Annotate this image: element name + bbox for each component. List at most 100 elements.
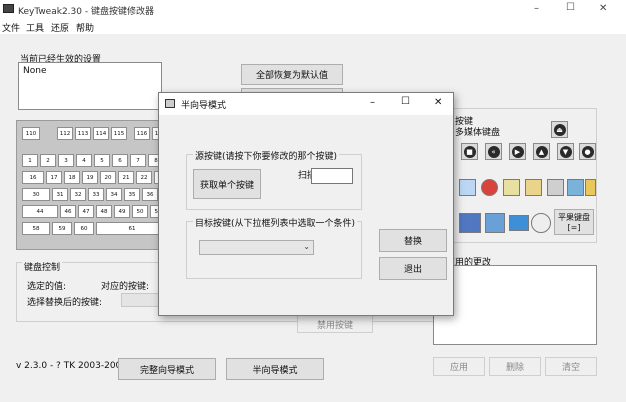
volume-up-icon[interactable]: ▲	[533, 143, 550, 160]
source-key-group-title: 源按键(请按下你要修改的那个按键)	[193, 149, 340, 162]
key-44[interactable]: 44	[22, 205, 58, 218]
menu-restore[interactable]: 还原	[51, 21, 69, 34]
key-18[interactable]: 18	[64, 171, 80, 184]
key-112[interactable]: 112	[57, 127, 73, 140]
choose-replacement-label: 选择替换后的按键:	[27, 298, 103, 308]
key-7[interactable]: 7	[130, 154, 146, 167]
exit-button[interactable]: 退出	[379, 257, 447, 280]
window-title: KeyTweak2.30 - 键盘按键修改器	[18, 7, 154, 17]
selected-value-label: 选定的值:	[27, 282, 67, 292]
key-31[interactable]: 31	[52, 188, 68, 201]
key-50[interactable]: 50	[132, 205, 148, 218]
replacement-select[interactable]	[121, 293, 161, 307]
key-35[interactable]: 35	[124, 188, 140, 201]
pc-keyboard-sub: [=]	[567, 223, 581, 232]
eject-icon[interactable]: ⏏	[551, 121, 568, 138]
dialog-minimize-icon[interactable]: –	[370, 97, 375, 108]
dialog-title-bar: 半向导模式 – ☐ ✕	[159, 93, 453, 115]
magnifier-icon[interactable]	[531, 213, 551, 233]
key-30[interactable]: 30	[22, 188, 50, 201]
apply-button[interactable]: 应用	[433, 357, 485, 376]
source-key-group: 源按键(请按下你要修改的那个按键) 获取单个按键 扫描码:	[186, 149, 362, 210]
key-16[interactable]: 16	[22, 171, 44, 184]
get-key-button[interactable]: 获取单个按键	[193, 169, 261, 199]
key-60[interactable]: 60	[74, 222, 94, 235]
dialog-app-icon	[165, 99, 175, 108]
media-prev-icon[interactable]: «	[485, 143, 502, 160]
key-58[interactable]: 58	[22, 222, 50, 235]
key-110[interactable]: 110	[22, 127, 40, 140]
key-36[interactable]: 36	[142, 188, 158, 201]
key-32[interactable]: 32	[70, 188, 86, 201]
key-2[interactable]: 2	[40, 154, 56, 167]
key-3[interactable]: 3	[58, 154, 74, 167]
media-stop-icon[interactable]: ■	[461, 143, 478, 160]
menu-tools[interactable]: 工具	[26, 21, 44, 34]
target-key-select[interactable]: ⌄	[199, 240, 314, 255]
media-play-icon[interactable]: ▶	[509, 143, 526, 160]
favorites-icon[interactable]	[567, 179, 584, 196]
close-icon[interactable]: ✕	[599, 3, 607, 14]
mute-icon[interactable]: ●	[579, 143, 596, 160]
mapped-key-label: 对应的按键:	[101, 282, 150, 292]
key-19[interactable]: 19	[82, 171, 98, 184]
key-47[interactable]: 47	[78, 205, 94, 218]
key-113[interactable]: 113	[75, 127, 91, 140]
pending-changes-list[interactable]	[433, 265, 597, 345]
title-bar: KeyTweak2.30 - 键盘按键修改器 – ☐ ✕	[0, 0, 626, 20]
maximize-icon[interactable]: ☐	[566, 2, 575, 13]
home-icon[interactable]	[525, 179, 542, 196]
menu-bar: 文件 工具 还原 帮助	[0, 20, 626, 34]
swap-button[interactable]: 替换	[379, 229, 447, 252]
half-wizard-button[interactable]: 半向导模式	[226, 358, 324, 380]
target-key-group-title: 目标按键(从下拉框列表中选取一个条件)	[193, 216, 358, 229]
special-keys-panel: 按键 多媒体键盘 ⏏ ■ « ▶ ▲ ▼ ● 平果键盘 [=]	[432, 108, 597, 243]
keyboard-panel: 110 112 113 114 115 116 117 1 2 3 4 5 6 …	[16, 120, 176, 250]
minimize-icon[interactable]: –	[534, 3, 539, 14]
dialog-close-icon[interactable]: ✕	[434, 97, 442, 108]
volume-down-icon[interactable]: ▼	[557, 143, 574, 160]
keyboard-control-title: 键盘控制	[22, 260, 63, 273]
dialog-title: 半向导模式	[181, 101, 227, 111]
current-settings-box: None	[18, 62, 162, 110]
disable-key-button[interactable]: 禁用按键	[297, 315, 373, 333]
key-115[interactable]: 115	[111, 127, 127, 140]
key-59[interactable]: 59	[52, 222, 72, 235]
key-116[interactable]: 116	[134, 127, 150, 140]
mail-icon[interactable]	[585, 179, 596, 196]
search-icon[interactable]	[547, 179, 564, 196]
calculator-icon[interactable]	[509, 215, 529, 231]
monitor-icon[interactable]	[485, 213, 505, 233]
special-keys-line2: 多媒体键盘	[455, 128, 501, 138]
key-48[interactable]: 48	[96, 205, 112, 218]
stop-red-icon[interactable]	[481, 179, 498, 196]
dialog-maximize-icon[interactable]: ☐	[401, 96, 410, 107]
key-4[interactable]: 4	[76, 154, 92, 167]
key-17[interactable]: 17	[46, 171, 62, 184]
refresh-icon[interactable]	[503, 179, 520, 196]
menu-file[interactable]: 文件	[2, 21, 20, 34]
current-settings-value: None	[23, 66, 47, 76]
key-6[interactable]: 6	[112, 154, 128, 167]
app-icon	[3, 4, 14, 13]
my-computer-icon[interactable]	[459, 213, 481, 233]
forward-icon[interactable]	[459, 179, 476, 196]
half-wizard-dialog: 半向导模式 – ☐ ✕ 源按键(请按下你要修改的那个按键) 获取单个按键 扫描码…	[158, 92, 454, 316]
key-46[interactable]: 46	[60, 205, 76, 218]
full-wizard-button[interactable]: 完整向导模式	[118, 358, 216, 380]
key-33[interactable]: 33	[88, 188, 104, 201]
key-20[interactable]: 20	[100, 171, 116, 184]
remove-button[interactable]: 删除	[489, 357, 541, 376]
key-1[interactable]: 1	[22, 154, 38, 167]
pc-keyboard-button[interactable]: 平果键盘 [=]	[554, 209, 594, 235]
key-34[interactable]: 34	[106, 188, 122, 201]
key-21[interactable]: 21	[118, 171, 134, 184]
key-22[interactable]: 22	[136, 171, 152, 184]
key-5[interactable]: 5	[94, 154, 110, 167]
key-114[interactable]: 114	[93, 127, 109, 140]
key-49[interactable]: 49	[114, 205, 130, 218]
clear-button[interactable]: 清空	[545, 357, 597, 376]
target-key-group: 目标按键(从下拉框列表中选取一个条件) ⌄	[186, 216, 362, 279]
menu-help[interactable]: 帮助	[76, 21, 94, 34]
restore-all-button[interactable]: 全部恢复为默认值	[241, 64, 343, 85]
